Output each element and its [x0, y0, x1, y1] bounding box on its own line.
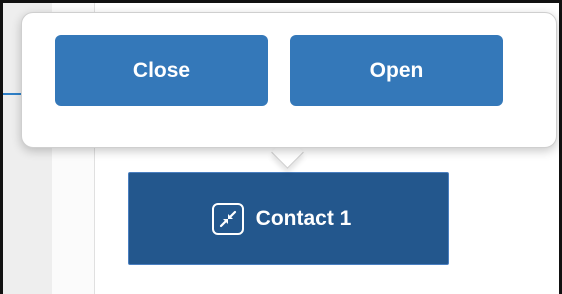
collapse-arrows-icon: [211, 202, 244, 235]
contact-button-label: Contact 1: [255, 206, 352, 230]
left-pane-accent-line: [3, 93, 21, 95]
open-button[interactable]: Open: [290, 35, 503, 106]
popover-arrow-mask: [266, 128, 310, 147]
close-button[interactable]: Close: [55, 35, 268, 106]
contact-button[interactable]: Contact 1: [128, 172, 449, 265]
